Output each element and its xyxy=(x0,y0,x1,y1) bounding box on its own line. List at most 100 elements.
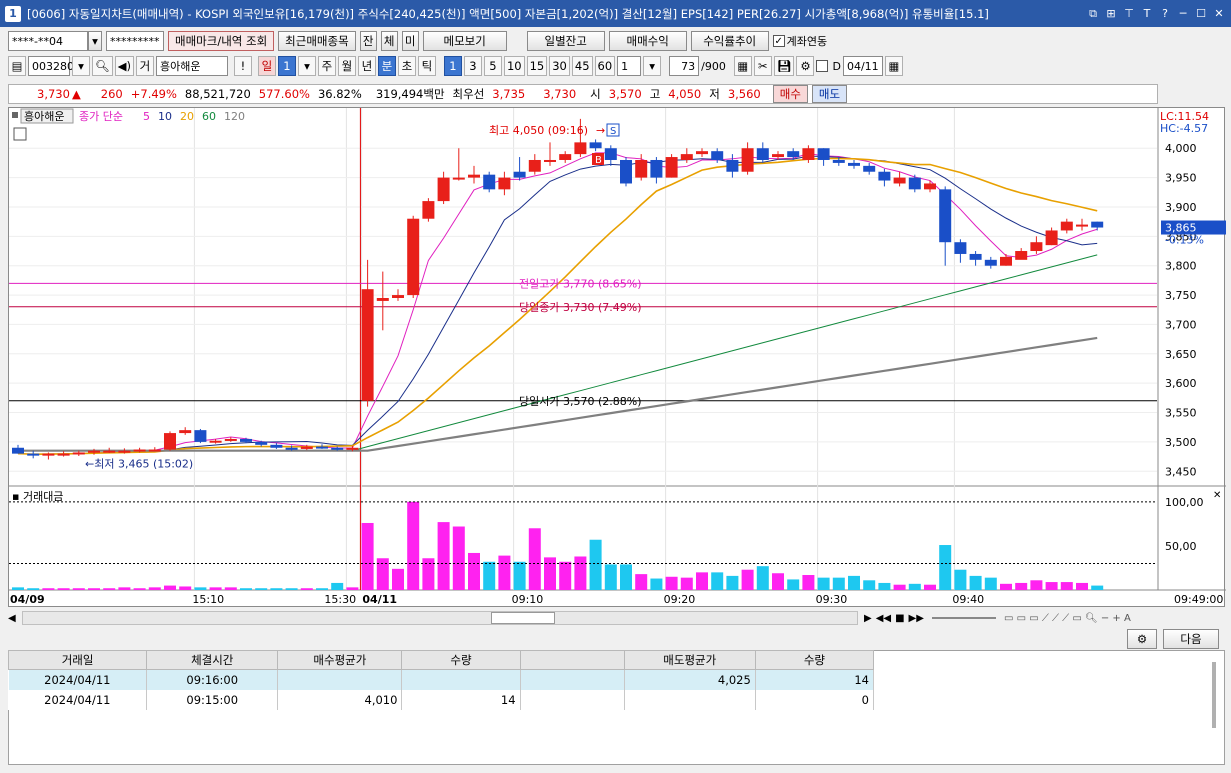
table-row[interactable]: 2024/04/11 09:15:00 4,010 14 0 xyxy=(8,689,875,710)
close-icon[interactable]: ✕ xyxy=(1211,6,1227,22)
legend-name: 흥아해운 xyxy=(24,109,64,123)
memo-button[interactable]: 메모보기 xyxy=(422,31,507,51)
d-checkbox[interactable] xyxy=(816,60,829,72)
alert-button[interactable]: ! xyxy=(233,56,252,76)
grid-table-icon xyxy=(13,127,27,141)
count-input[interactable]: 73 xyxy=(669,56,700,76)
account-input[interactable]: ****-**04 xyxy=(8,31,88,51)
volume-bar xyxy=(772,573,784,590)
layout-icon[interactable]: ▤ xyxy=(8,56,26,76)
candle-body xyxy=(589,142,602,149)
speed-slider[interactable] xyxy=(931,617,996,619)
mark-query-button[interactable]: 매매마크/내역 조회 xyxy=(168,31,275,51)
daily-balance-button[interactable]: 일별잔고 xyxy=(526,31,605,51)
period-day[interactable]: 일 xyxy=(257,56,276,76)
recent-trades-button[interactable]: 최근매매종목 xyxy=(278,31,356,51)
col-sell-qty[interactable]: 수량 xyxy=(754,650,875,670)
interval-15[interactable]: 15 xyxy=(526,56,548,76)
table-row[interactable]: 2024/04/11 09:16:00 4,025 14 xyxy=(8,669,875,690)
col-sell-avg[interactable]: 매도평균가 xyxy=(623,650,756,670)
period-second[interactable]: 초 xyxy=(397,56,416,76)
price-tick-label: 3,600 xyxy=(1165,377,1197,390)
rewind-icon[interactable]: ◀◀ xyxy=(876,613,891,624)
period-minute[interactable]: 분 xyxy=(377,56,396,76)
volume-bar xyxy=(452,526,465,590)
period-month[interactable]: 월 xyxy=(337,56,356,76)
search-icon[interactable]: 🔍︎ xyxy=(92,56,113,76)
volume-bar xyxy=(346,587,359,590)
period-value[interactable]: 1 xyxy=(277,56,296,76)
price-tick-label: 3,650 xyxy=(1165,348,1197,361)
candle-body xyxy=(787,151,800,158)
period-year[interactable]: 년 xyxy=(357,56,376,76)
font-icon[interactable]: T xyxy=(1139,6,1155,22)
col-buy-qty[interactable]: 수량 xyxy=(401,650,521,670)
maximize-icon[interactable]: ☐ xyxy=(1193,6,1209,22)
account-dropdown-icon[interactable]: ▾ xyxy=(88,31,102,51)
scroll-thumb[interactable] xyxy=(491,612,555,624)
sound-icon[interactable]: ◀) xyxy=(114,56,134,76)
save-icon[interactable]: 💾︎ xyxy=(773,56,795,76)
minimize-icon[interactable]: ─ xyxy=(1175,6,1191,22)
candle-body xyxy=(680,154,693,160)
interval-60[interactable]: 60 xyxy=(594,56,616,76)
volume-bar xyxy=(1076,582,1088,590)
code-dropdown-icon[interactable]: ▾ xyxy=(72,56,90,76)
che-button[interactable]: 체 xyxy=(380,31,398,51)
date-input[interactable]: 04/11 xyxy=(842,56,883,76)
candlestick-chart[interactable]: 4,0003,9503,9003,8503,8003,7503,7003,650… xyxy=(9,108,1229,608)
candle-body xyxy=(817,148,830,160)
chart-tools-icon[interactable]: ▭ ▭ ▭ ⟋ ⟋ ⟋ ▭ 🔍︎ − + A xyxy=(1004,613,1131,624)
gear-icon[interactable]: ⚙ xyxy=(796,56,815,76)
interval-3[interactable]: 3 xyxy=(463,56,482,76)
candle-body xyxy=(1000,256,1012,266)
interval-input[interactable]: 1 xyxy=(617,56,642,76)
scroll-right-icon[interactable]: ▶ xyxy=(864,613,872,624)
return-trend-button[interactable]: 수익률추이 xyxy=(690,31,769,51)
help-icon[interactable]: ? xyxy=(1157,6,1173,22)
mi-button[interactable]: 미 xyxy=(401,31,419,51)
chart-scrollbar[interactable]: ◀ ▶ ◀◀ ■ ▶▶ ▭ ▭ ▭ ⟋ ⟋ ⟋ ▭ 🔍︎ − + A xyxy=(8,609,1225,627)
account-link-checkbox[interactable]: ✓ 계좌연동 xyxy=(772,33,827,49)
sell-button[interactable]: 매도 xyxy=(811,85,848,103)
period-dropdown-icon[interactable]: ▾ xyxy=(297,56,316,76)
scroll-left-icon[interactable]: ◀ xyxy=(8,613,22,624)
stock-code-input[interactable]: 003280 xyxy=(28,56,74,76)
candle-body xyxy=(528,159,541,172)
password-input[interactable]: ********* xyxy=(106,31,164,51)
candle-body xyxy=(939,189,952,243)
tile-icon[interactable]: ⊞ xyxy=(1103,6,1119,22)
candle-body xyxy=(27,453,40,456)
period-tick[interactable]: 틱 xyxy=(417,56,436,76)
candle-body xyxy=(42,453,55,456)
table-scrollbar[interactable] xyxy=(1212,662,1216,728)
forward-icon[interactable]: ▶▶ xyxy=(909,613,924,624)
prev-high-annotation: 전일고가 3,770 (8.65%) xyxy=(519,276,642,290)
interval-5[interactable]: 5 xyxy=(483,56,502,76)
settings-gear-button[interactable]: ⚙ xyxy=(1127,629,1157,649)
col-blank[interactable] xyxy=(519,650,625,670)
candle-settings-icon[interactable]: ▦ xyxy=(733,56,752,76)
buy-button[interactable]: 매수 xyxy=(772,85,808,103)
col-exec-time[interactable]: 체결시간 xyxy=(146,650,279,670)
chart-area[interactable]: 4,000 3,950 3,900 3,850 3,800 3,750 3,700 3,650… xyxy=(8,107,1229,608)
interval-1[interactable]: 1 xyxy=(443,56,462,76)
calendar-icon[interactable]: ▦ xyxy=(884,56,903,76)
next-button[interactable]: 다음 xyxy=(1163,629,1219,649)
interval-45[interactable]: 45 xyxy=(571,56,593,76)
scroll-track[interactable] xyxy=(22,611,858,625)
col-trade-date[interactable]: 거래일 xyxy=(7,650,148,670)
trade-profit-button[interactable]: 매매수익 xyxy=(608,31,687,51)
pin-icon[interactable]: ⊤ xyxy=(1121,6,1137,22)
time-label: 04/11 xyxy=(362,593,397,606)
col-buy-avg[interactable]: 매수평균가 xyxy=(277,650,403,670)
jan-button[interactable]: 잔 xyxy=(359,31,377,51)
interval-10[interactable]: 10 xyxy=(503,56,525,76)
restore-link-icon[interactable]: ⧉ xyxy=(1085,6,1101,22)
period-week[interactable]: 주 xyxy=(317,56,336,76)
candle-body xyxy=(604,148,617,160)
tool-icon[interactable]: ✂ xyxy=(753,56,772,76)
interval-30[interactable]: 30 xyxy=(549,56,570,76)
interval-dropdown-icon[interactable]: ▾ xyxy=(643,56,662,76)
stop-icon[interactable]: ■ xyxy=(895,613,904,624)
